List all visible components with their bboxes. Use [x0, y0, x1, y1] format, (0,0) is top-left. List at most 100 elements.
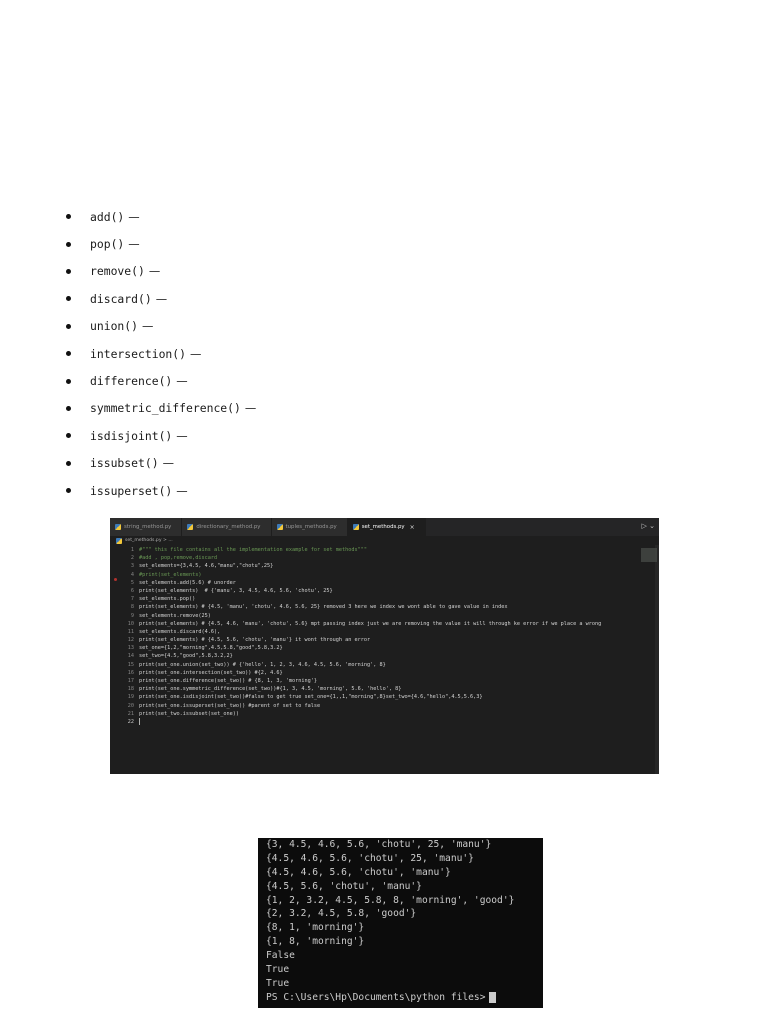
line-text: print(set_elements) # {4.5, 'manu', 'cho… [139, 604, 508, 611]
set-methods-list: add() — pop() — remove() — discard() — union() — i… [66, 203, 256, 504]
line-text: print(set_one.issuperset(set_two)) #pare… [139, 702, 321, 709]
code-line: 4 #print(set_elements) [110, 571, 659, 579]
line-number: 14 [127, 653, 134, 660]
prompt-text: PS C:\Users\Hp\Documents\python files> [266, 991, 486, 1003]
code-editor-screenshot: string_method.py directionary_method.py tu… [110, 518, 659, 774]
line-number: 12 [127, 637, 134, 644]
method-name: issubset() [90, 456, 159, 471]
close-icon[interactable]: × [410, 524, 415, 531]
line-number: 9 [130, 612, 134, 619]
line-text: print(set_one.intersection(set_two)) #{2… [139, 669, 283, 676]
tab-label: tuples_methods.py [285, 524, 337, 530]
python-file-icon [352, 524, 359, 530]
python-file-icon [187, 524, 194, 530]
terminal-output-line: {4.5, 5.6, 'chotu', 'manu'} [266, 880, 422, 892]
python-file-icon [276, 524, 283, 530]
method-dash: — [142, 319, 154, 334]
method-list-item: intersection() — [66, 340, 256, 367]
method-list-item: issubset() — [66, 450, 256, 477]
code-line: 10 print(set_elements) # {4.5, 4.6, 'manu… [110, 620, 659, 628]
bullet-icon [66, 296, 71, 302]
code-line: 1 #""" this file contains all the impleme… [110, 546, 659, 554]
bullet-icon [66, 433, 71, 439]
method-name: intersection() [90, 346, 187, 361]
terminal-output-line: True [266, 977, 290, 989]
run-icon[interactable]: ▷ ⌄ [642, 522, 655, 530]
line-number: 3 [130, 563, 134, 570]
editor-scrollbar[interactable] [655, 545, 659, 774]
tab-string-method-py[interactable]: string_method.py [110, 518, 183, 536]
line-text: set_two={4.5,"good",5.8,3.2,2} [139, 653, 233, 660]
code-area[interactable]: 1 #""" this file contains all the impleme… [110, 545, 659, 726]
terminal-prompt[interactable]: PS C:\Users\Hp\Documents\python files> [258, 991, 543, 1005]
bullet-icon [66, 323, 71, 329]
code-line: 5 set_elements.add(5.6) # unorder [110, 579, 659, 587]
method-name: issuperset() [90, 483, 173, 498]
tab-label: directionary_method.py [196, 524, 261, 530]
code-line: 7 set_elements.pop() [110, 595, 659, 603]
line-text: set_elements.remove(25) [139, 612, 211, 619]
code-line: 3 set_elements={3,4.5, 4.6,"manu","chotu"… [110, 562, 659, 570]
method-name: difference() [90, 374, 173, 389]
method-list-item: issuperset() — [66, 477, 256, 504]
tab-tuples-methods-py[interactable]: tuples_methods.py [271, 518, 348, 536]
code-line: 6 print(set_elements) # {'manu', 3, 4.5, … [110, 587, 659, 595]
code-line: 16 print(set_one.intersection(set_two)) #… [110, 669, 659, 677]
method-dash: — [190, 346, 202, 361]
terminal-output-line: {1, 8, 'morning'} [266, 936, 365, 948]
line-number: 7 [130, 596, 134, 603]
method-list-item: discard() — [66, 285, 256, 312]
bullet-icon [66, 488, 71, 494]
terminal-output-line: {4.5, 4.6, 5.6, 'chotu', 25, 'manu'} [266, 852, 474, 864]
code-line: 22 [110, 717, 659, 726]
bullet-icon [66, 214, 71, 220]
line-text: #print(set_elements) [139, 571, 202, 578]
tab-directionary-method-py[interactable]: directionary_method.py [182, 518, 272, 536]
line-text: set_elements={3,4.5, 4.6,"manu","chotu",… [139, 563, 274, 570]
code-line: 14 set_two={4.5,"good",5.8,3.2,2} [110, 652, 659, 660]
method-dash: — [244, 401, 257, 416]
line-text: print(set_elements) # {4.5, 5.6, 'chotu'… [139, 637, 371, 644]
code-line: 20 print(set_one.issuperset(set_two)) #pa… [110, 702, 659, 710]
line-text: print(set_elements) # {'manu', 3, 4.5, 4… [139, 587, 333, 594]
bullet-icon [66, 378, 71, 384]
method-name: pop() [90, 237, 125, 252]
code-line: 21 print(set_two.issubset(set_one)) [110, 710, 659, 718]
line-text: set_elements.pop() [139, 596, 196, 603]
bullet-icon [66, 351, 71, 357]
code-line: 12 print(set_elements) # {4.5, 5.6, 'chot… [110, 636, 659, 644]
text-cursor [139, 717, 140, 725]
method-name: union() [90, 319, 139, 334]
tab-set-methods-py[interactable]: set_methods.py × [347, 518, 426, 536]
method-list-item: symmetric_difference() — [66, 395, 256, 422]
line-text: set_elements.add(5.6) # unorder [139, 579, 236, 586]
code-line: 9 set_elements.remove(25) [110, 612, 659, 620]
method-list-item: pop() — [66, 230, 256, 257]
breadcrumb-path: set_methods.py > ... [125, 538, 173, 543]
method-list-item: add() — [66, 203, 256, 230]
python-file-icon [116, 537, 122, 544]
method-dash: — [128, 209, 140, 224]
method-list-item: union() — [66, 313, 256, 340]
line-number: 6 [130, 587, 134, 594]
method-list-item: remove() — [66, 258, 256, 285]
method-name: discard() [90, 291, 152, 306]
method-dash: — [176, 483, 188, 498]
line-text: print(set_one.symmetric_difference(set_t… [139, 686, 402, 693]
terminal-output-line: {8, 1, 'morning'} [266, 922, 365, 934]
code-line: 15 print(set_one.union(set_two)) # {'hell… [110, 661, 659, 669]
code-line: 2 #add , pop,remove,discard [110, 554, 659, 562]
method-dash: — [148, 264, 161, 279]
breakpoint-marker [114, 578, 117, 581]
line-number: 13 [127, 645, 134, 652]
line-number: 8 [130, 604, 134, 611]
terminal-output-line: {1, 2, 3.2, 4.5, 5.8, 8, 'morning', 'goo… [266, 894, 515, 906]
code-line: 8 print(set_elements) # {4.5, 'manu', 'ch… [110, 603, 659, 611]
terminal-cursor [488, 992, 496, 1004]
terminal-output-line: False [266, 950, 295, 962]
terminal-output-line: {2, 3.2, 4.5, 5.8, 'good'} [266, 908, 417, 920]
line-text: #add , pop,remove,discard [139, 555, 218, 562]
minimap[interactable] [641, 548, 657, 562]
python-file-icon [115, 524, 121, 530]
line-number: 16 [127, 669, 134, 676]
